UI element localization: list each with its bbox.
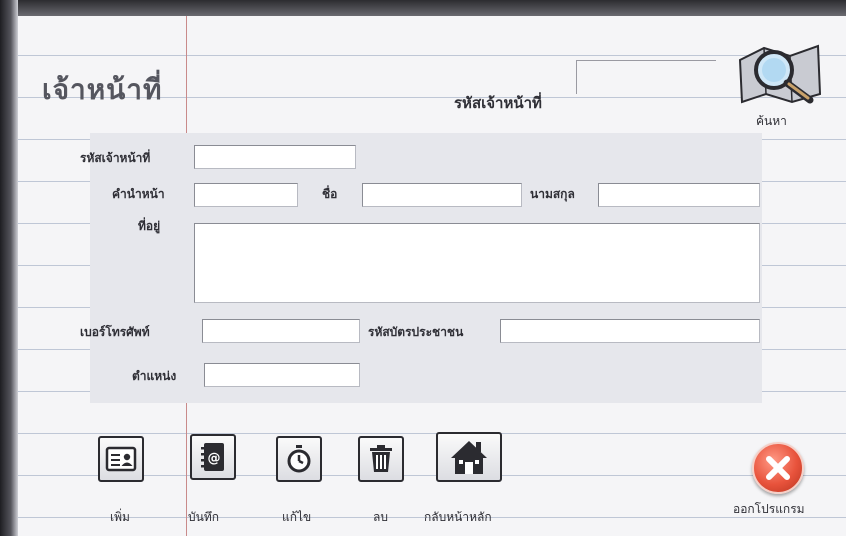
prefix-field[interactable] (194, 183, 298, 207)
add-button[interactable]: เพิ่ม (94, 436, 154, 526)
top-frame-bar (0, 0, 846, 16)
phone-field[interactable] (202, 319, 360, 343)
search-button[interactable]: ค้นหา (734, 36, 826, 136)
edit-button[interactable]: แก้ไข (272, 436, 338, 526)
trash-icon (358, 436, 404, 482)
search-id-input[interactable] (576, 60, 716, 94)
search-id-label: รหัสเจ้าหน้าที่ (454, 94, 542, 112)
position-field[interactable] (204, 363, 360, 387)
staff-id-label: รหัสเจ้าหน้าที่ (80, 151, 151, 165)
home-button[interactable]: กลับหน้าหลัก (424, 432, 532, 526)
first-name-field[interactable] (362, 183, 522, 207)
save-button-label: บันทึก (188, 510, 219, 524)
position-label: ตำแหน่ง (132, 369, 177, 383)
delete-button[interactable]: ลบ (356, 436, 412, 526)
page-title: เจ้าหน้าที่ (42, 73, 163, 106)
home-button-label: กลับหน้าหลัก (424, 510, 492, 524)
save-button[interactable]: @ บันทึก (184, 434, 248, 526)
prefix-label: คำนำหน้า (112, 187, 165, 201)
first-name-label: ชื่อ (322, 187, 338, 201)
national-id-field[interactable] (500, 319, 760, 343)
close-circle-icon (752, 442, 804, 494)
address-label: ที่อยู่ (138, 219, 161, 233)
last-name-label: นามสกุล (530, 187, 575, 201)
contact-card-icon (98, 436, 144, 482)
phone-label: เบอร์โทรศัพท์ (80, 325, 150, 339)
address-field[interactable] (194, 223, 760, 303)
address-book-icon: @ (190, 434, 236, 480)
staff-form-panel: รหัสเจ้าหน้าที่ คำนำหน้า ชื่อ นามสกุล ที… (80, 133, 762, 403)
exit-button-label: ออกโปรแกรม (733, 502, 805, 516)
stopwatch-icon (276, 436, 322, 482)
delete-button-label: ลบ (373, 510, 388, 524)
home-icon (436, 432, 502, 482)
exit-button[interactable]: ออกโปรแกรม (730, 440, 840, 528)
edit-button-label: แก้ไข (282, 510, 312, 524)
add-button-label: เพิ่ม (110, 510, 130, 524)
svg-text:@: @ (208, 451, 221, 466)
staff-id-field[interactable] (194, 145, 356, 169)
last-name-field[interactable] (598, 183, 760, 207)
search-button-label: ค้นหา (756, 114, 787, 128)
left-frame-strip (0, 0, 18, 536)
national-id-label: รหัสบัตรประชาชน (368, 325, 464, 339)
magnifier-on-map-icon (738, 44, 822, 104)
